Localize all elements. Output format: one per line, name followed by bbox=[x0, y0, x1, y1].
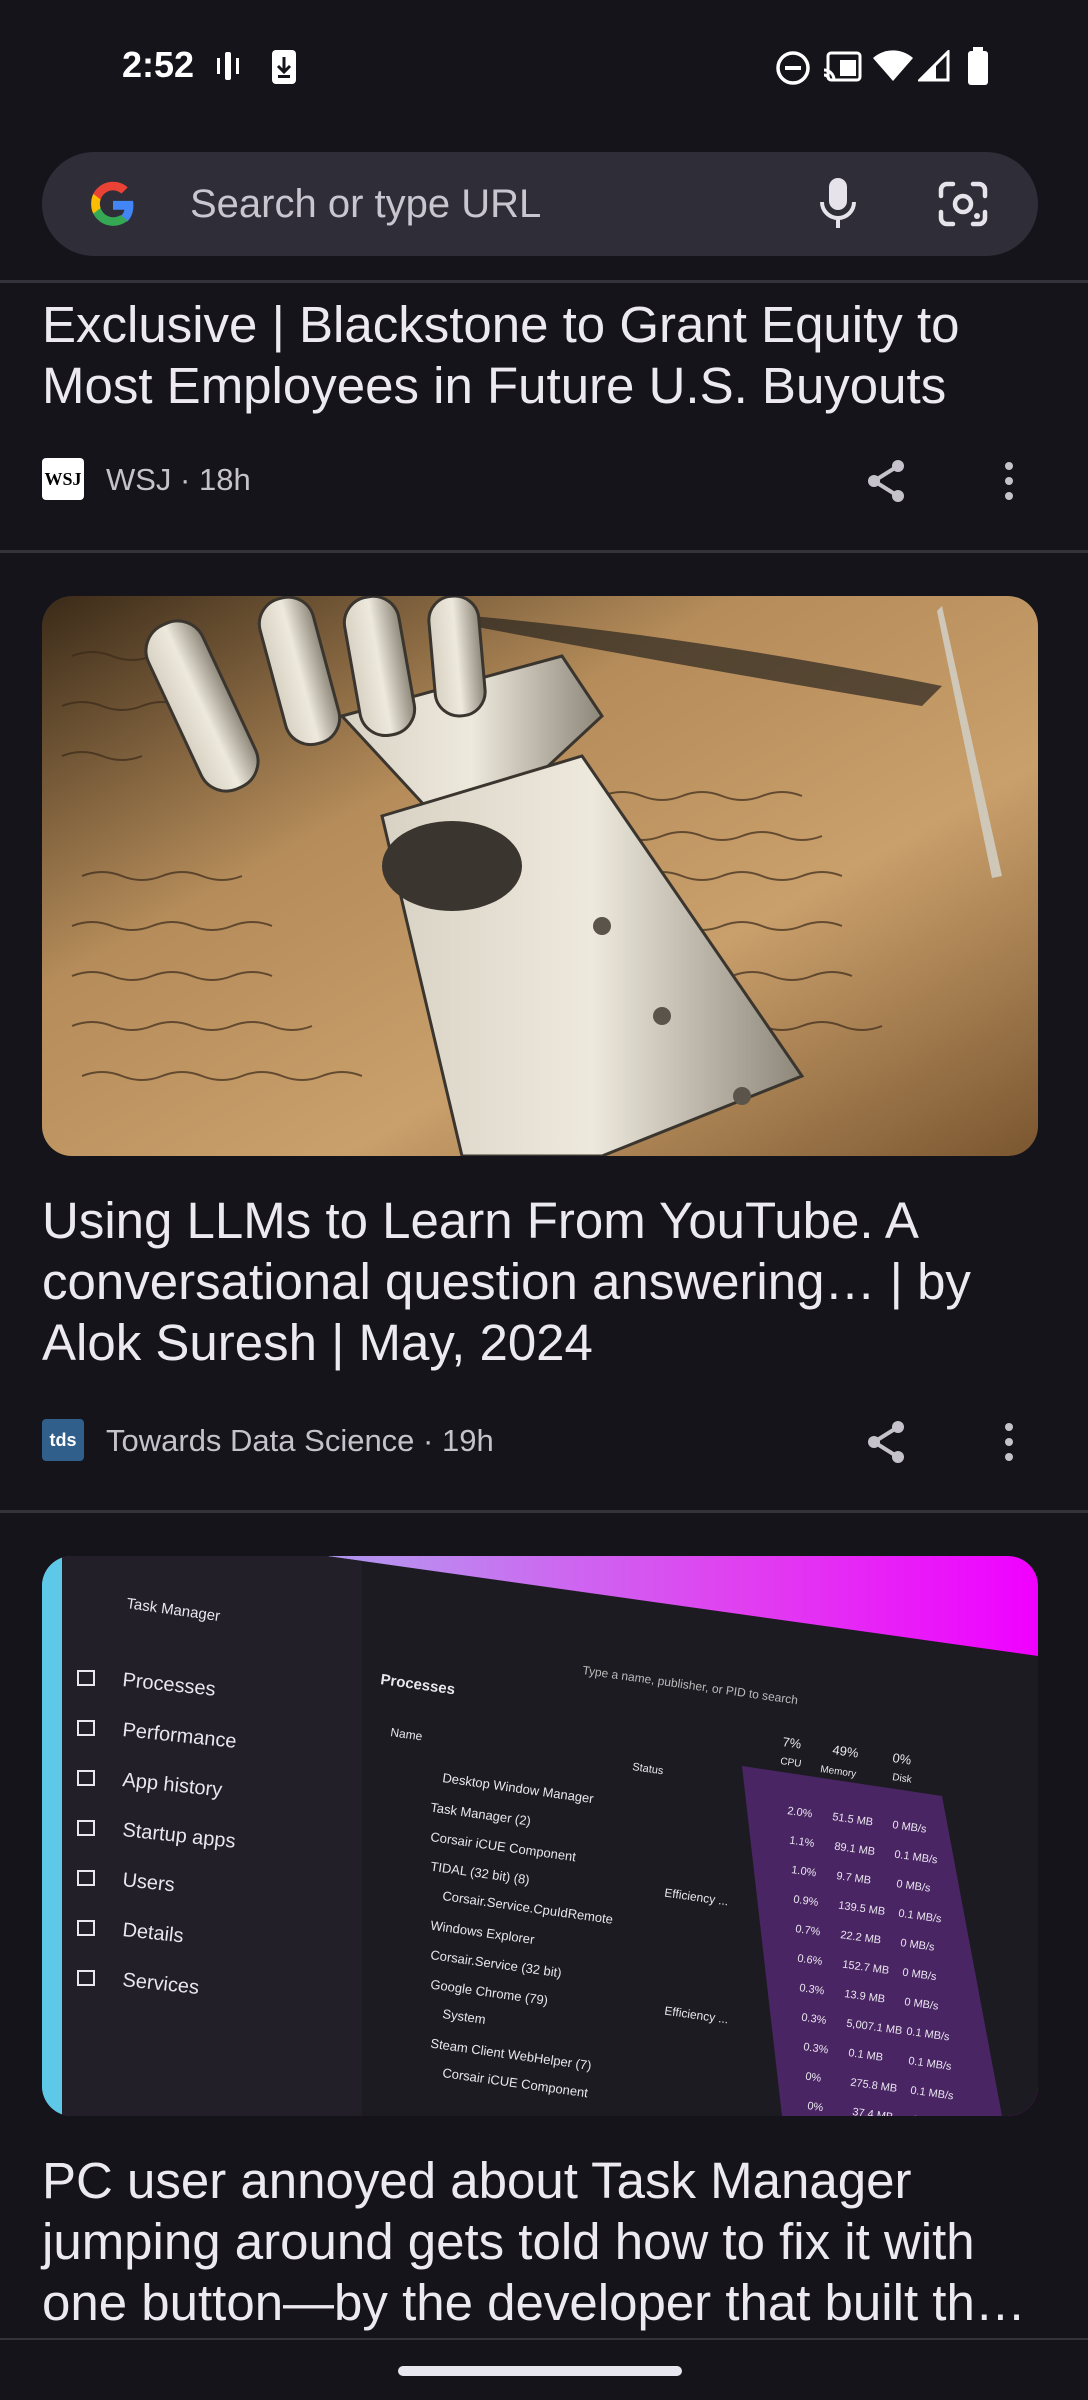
vibrate-icon bbox=[217, 52, 239, 80]
wifi-icon bbox=[873, 50, 913, 81]
article-title[interactable]: PC user annoyed about Task Manager jumpi… bbox=[42, 2150, 1042, 2333]
signal-icon bbox=[918, 50, 950, 82]
tds-logo: tds bbox=[42, 1419, 84, 1461]
status-time: 2:52 bbox=[122, 44, 195, 85]
wsj-logo: WSJ bbox=[42, 458, 84, 500]
article-image-robot-hand[interactable] bbox=[42, 596, 1038, 1156]
tm-total-cpu: 7% bbox=[782, 1734, 803, 1752]
do-not-disturb-icon bbox=[776, 51, 810, 85]
robot-hand-writing-illustration bbox=[42, 596, 1038, 1156]
google-lens-icon[interactable] bbox=[937, 180, 989, 228]
article-meta: WSJ WSJ · 18h bbox=[42, 458, 1042, 502]
share-icon[interactable] bbox=[864, 458, 908, 504]
battery-icon bbox=[968, 47, 988, 85]
divider bbox=[0, 1510, 1088, 1513]
tm-total-disk: 0% bbox=[892, 1750, 913, 1768]
search-input[interactable]: Search or type URL bbox=[190, 182, 541, 227]
cast-icon bbox=[823, 51, 862, 82]
divider bbox=[0, 280, 1088, 283]
article-title[interactable]: Exclusive | Blackstone to Grant Equity t… bbox=[42, 294, 1042, 416]
article-meta: tds Towards Data Science · 19h bbox=[42, 1419, 1042, 1463]
tm-process-cpu: 0% bbox=[807, 2100, 825, 2114]
article-title[interactable]: Using LLMs to Learn From YouTube. A conv… bbox=[42, 1190, 1042, 1373]
status-bar: 2:52 bbox=[0, 0, 1088, 140]
microphone-icon[interactable] bbox=[818, 176, 858, 232]
search-bar[interactable]: Search or type URL bbox=[42, 152, 1038, 256]
home-gesture-bar[interactable] bbox=[398, 2366, 682, 2376]
divider bbox=[0, 550, 1088, 553]
download-icon bbox=[272, 50, 296, 84]
google-logo-icon bbox=[91, 181, 134, 226]
task-manager-screenshot: Task ManagerProcessesPerformanceApp hist… bbox=[42, 1556, 1038, 2116]
share-icon[interactable] bbox=[864, 1419, 908, 1465]
divider bbox=[0, 2338, 1088, 2340]
more-options-icon[interactable] bbox=[1003, 1422, 1015, 1462]
article-source: Towards Data Science · 19h bbox=[106, 1423, 494, 1458]
article-image-task-manager[interactable]: Task Manager Processes Performance App hist… bbox=[42, 1556, 1038, 2116]
article-source: WSJ · 18h bbox=[106, 462, 251, 497]
tm-process-cpu: 0% bbox=[805, 2071, 823, 2085]
more-options-icon[interactable] bbox=[1003, 461, 1015, 501]
